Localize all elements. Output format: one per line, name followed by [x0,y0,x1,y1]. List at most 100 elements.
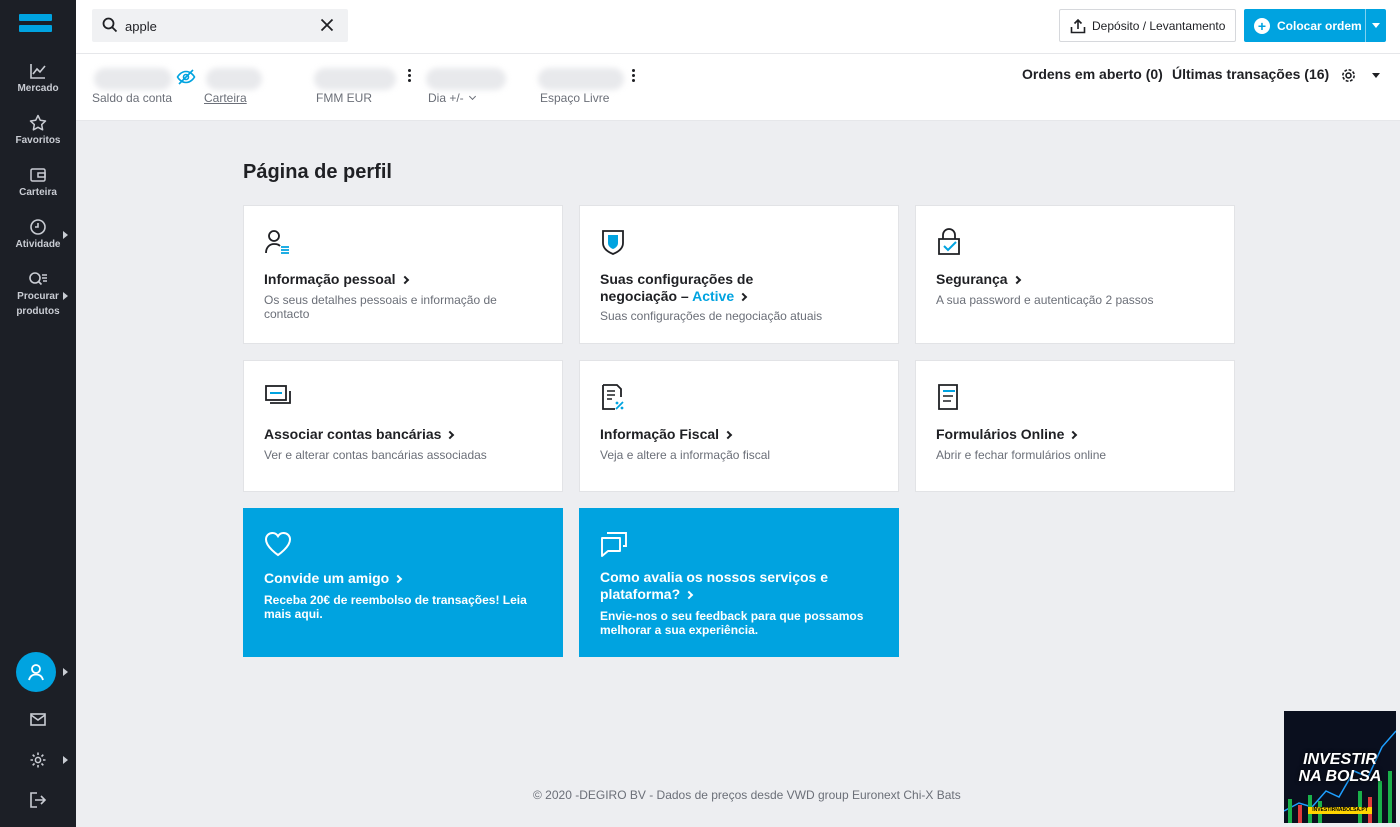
card-title: Suas configurações de negociação – Active [600,271,860,305]
card-title-text: Informação pessoal [264,271,396,287]
clock-icon [30,219,46,235]
place-order-button[interactable]: + Colocar ordem [1244,9,1386,42]
form-document-icon [938,384,958,410]
card-title-text: Informação Fiscal [600,426,720,442]
expand-caret-icon [63,292,68,300]
card-title-text: negociação – [600,288,689,304]
footer-text: © 2020 -DEGIRO BV - Dados de preços desd… [533,788,961,802]
trading-settings-card[interactable]: Suas configurações de negociação – Active… [579,205,899,344]
free-space-value-hidden [538,68,624,90]
card-title: Informação Fiscal [600,426,860,443]
portfolio-link[interactable]: Carteira [204,91,247,105]
eye-slash-icon[interactable] [176,68,196,86]
expand-caret-icon [63,668,68,676]
search-box [92,9,348,42]
deposit-withdraw-label: Depósito / Levantamento [1092,18,1226,33]
deposit-withdraw-button[interactable]: Depósito / Levantamento [1059,9,1236,42]
chevron-right-icon [393,574,403,584]
degiro-logo[interactable] [19,14,52,37]
page-title: Página de perfil [243,161,392,183]
investir-na-bolsa-logo: INVESTIR NA BOLSA INVESTIRNABOLSA.PT [1284,711,1396,823]
chevron-right-icon [723,430,733,440]
sidebar-item-mercado[interactable]: Mercado [0,62,76,97]
online-forms-card[interactable]: Formulários Online Abrir e fechar formul… [915,360,1235,492]
order-dropdown-toggle[interactable] [1365,9,1386,42]
upload-tray-icon [1070,18,1086,33]
chevron-down-icon[interactable] [1372,73,1380,78]
sidebar-item-atividade[interactable]: Atividade [0,218,76,253]
security-card[interactable]: Segurança A sua password e autenticação … [915,205,1235,344]
day-change-value-hidden [426,68,506,90]
messages-button[interactable] [0,712,76,728]
expand-caret-icon [63,756,68,764]
card-title-text: Segurança [936,271,1008,287]
day-change-label: Dia +/- [428,91,464,105]
fmm-label: FMM EUR [316,91,372,105]
close-icon[interactable] [320,18,334,32]
promo-line: NA BOLSA [1298,768,1382,785]
sidebar-item-favoritos[interactable]: Favoritos [0,114,76,149]
invite-friend-card[interactable]: Convide um amigo Receba 20€ de reembolso… [243,508,563,657]
promo-title: INVESTIR NA BOLSA [1284,751,1396,785]
last-transactions-link[interactable]: Últimas transações (16) [1172,66,1329,82]
portfolio-value-hidden [206,68,262,90]
chevron-down-icon [1372,23,1380,28]
active-status: Active [692,288,735,304]
chevron-right-icon [738,292,748,302]
day-change-dropdown[interactable]: Dia +/- [428,91,477,105]
chevron-right-icon [1012,275,1021,285]
chat-icon [601,532,627,557]
card-description: Receba 20€ de reembolso de transações! L… [264,593,527,621]
lock-check-icon [938,228,960,255]
chevron-right-icon [1069,430,1078,440]
card-title: Associar contas bancárias [264,426,524,443]
top-bar: Depósito / Levantamento + Colocar ordem [76,0,1400,54]
open-orders-link[interactable]: Ordens em aberto (0) [1022,66,1163,82]
sidebar-item-procurar-produtos[interactable]: Procurar produtos [0,270,76,320]
card-title-text: Como avalia os nossos serviços e [600,569,828,585]
card-title-text: plataforma? [600,586,681,602]
card-title: Informação pessoal [264,271,524,288]
feedback-card[interactable]: Como avalia os nossos serviços e platafor… [579,508,899,657]
free-space-menu-button[interactable] [632,69,636,84]
tax-info-card[interactable]: Informação Fiscal Veja e altere a inform… [579,360,899,492]
person-list-icon [265,230,289,254]
wallet-icon [30,168,46,182]
chart-line-icon [30,64,46,79]
search-input[interactable] [125,16,315,36]
sidebar-item-label: Carteira [19,187,57,198]
logout-button[interactable] [0,791,76,809]
bank-accounts-card[interactable]: Associar contas bancárias Ver e alterar … [243,360,563,492]
account-summary-bar: Saldo da conta Carteira FMM EUR Dia +/- … [76,54,1400,121]
settings-button[interactable] [0,751,76,769]
card-title-text: Suas configurações de [600,271,754,287]
heart-icon [264,531,292,557]
card-title: Como avalia os nossos serviços e platafor… [600,569,860,603]
promo-line: INVESTIR [1303,751,1377,768]
sidebar: Mercado Favoritos Carteira Atividade Pro… [0,0,76,827]
fmm-menu-button[interactable] [408,69,412,84]
card-title: Segurança [936,271,1196,288]
promo-url: INVESTIRNABOLSA.PT [1308,807,1372,814]
chevron-right-icon [684,590,694,600]
fmm-value-hidden [314,68,396,90]
card-description: Suas configurações de negociação atuais [600,309,823,323]
chevron-right-icon [446,430,455,440]
shield-icon [602,230,624,255]
profile-avatar-button[interactable] [16,652,56,692]
mail-icon [30,713,46,726]
bank-cards-icon [265,385,291,404]
card-title-text: Formulários Online [936,426,1065,442]
personal-info-card[interactable]: Informação pessoal Os seus detalhes pess… [243,205,563,344]
free-space-label: Espaço Livre [540,91,610,105]
gear-icon[interactable] [1340,67,1357,84]
card-description: Veja e altere a informação fiscal [600,448,771,462]
sidebar-item-carteira[interactable]: Carteira [0,166,76,201]
chevron-right-icon [400,275,409,285]
card-description: Envie-nos o seu feedback para que possam… [600,609,864,637]
card-description: Abrir e fechar formulários online [936,448,1107,462]
card-title: Formulários Online [936,426,1196,443]
sidebar-item-label: Mercado [17,83,59,94]
star-icon [29,114,47,131]
plus-icon: + [1254,17,1270,34]
